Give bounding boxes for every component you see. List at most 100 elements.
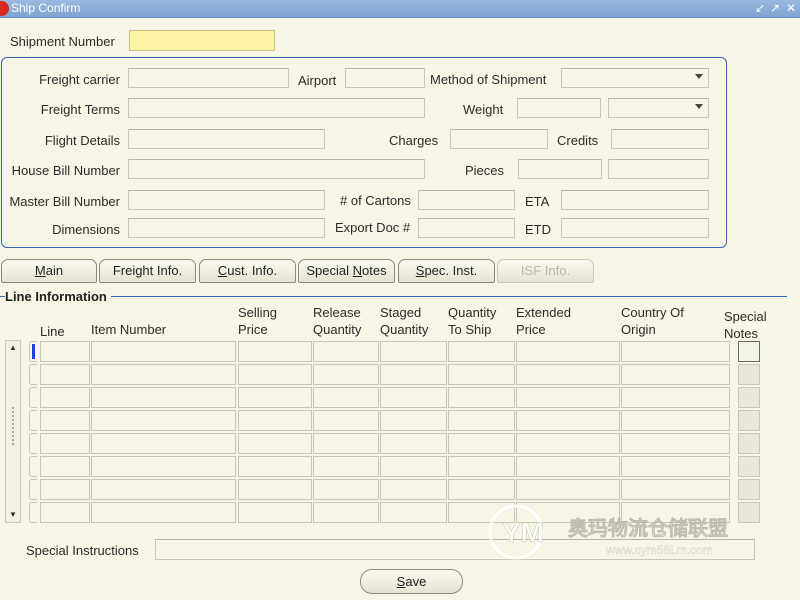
export-doc-field[interactable] (418, 218, 515, 238)
pieces-field[interactable] (518, 159, 602, 179)
tab-main[interactable]: Main (1, 259, 97, 283)
cell-country-of-origin[interactable] (621, 341, 730, 362)
cell-item-number[interactable] (91, 387, 236, 408)
special-notes-button[interactable] (738, 479, 760, 500)
cell-item-number[interactable] (91, 479, 236, 500)
freight-carrier-field[interactable] (128, 68, 289, 88)
cell-release-quantity[interactable] (313, 502, 379, 523)
cell-staged-quantity[interactable] (380, 456, 447, 477)
cell-country-of-origin[interactable] (621, 387, 730, 408)
special-notes-button[interactable] (738, 341, 760, 362)
vertical-scrollbar[interactable]: ▲ ▼ (5, 340, 21, 523)
cell-staged-quantity[interactable] (380, 433, 447, 454)
cell-country-of-origin[interactable] (621, 433, 730, 454)
cell-staged-quantity[interactable] (380, 387, 447, 408)
method-of-shipment-select[interactable] (561, 68, 709, 88)
close-icon[interactable]: ✕ (786, 0, 796, 17)
cell-country-of-origin[interactable] (621, 364, 730, 385)
cell-item-number[interactable] (91, 410, 236, 431)
scroll-up-icon[interactable]: ▲ (7, 342, 19, 354)
pieces-uom-field[interactable] (608, 159, 709, 179)
cell-line[interactable] (40, 433, 90, 454)
cell-line[interactable] (40, 341, 90, 362)
cell-selling-price[interactable] (238, 410, 312, 431)
special-notes-button[interactable] (738, 410, 760, 431)
cell-quantity-to-ship[interactable] (448, 341, 515, 362)
cell-quantity-to-ship[interactable] (448, 433, 515, 454)
scroll-grip-icon[interactable] (11, 406, 15, 446)
cell-extended-price[interactable] (516, 341, 620, 362)
cell-selling-price[interactable] (238, 479, 312, 500)
cell-selling-price[interactable] (238, 456, 312, 477)
cell-extended-price[interactable] (516, 410, 620, 431)
eta-field[interactable] (561, 190, 709, 210)
cell-extended-price[interactable] (516, 364, 620, 385)
cartons-field[interactable] (418, 190, 515, 210)
credits-field[interactable] (611, 129, 709, 149)
cell-selling-price[interactable] (238, 364, 312, 385)
cell-quantity-to-ship[interactable] (448, 456, 515, 477)
cell-quantity-to-ship[interactable] (448, 364, 515, 385)
cell-line[interactable] (40, 456, 90, 477)
cell-item-number[interactable] (91, 456, 236, 477)
cell-line[interactable] (40, 387, 90, 408)
cell-country-of-origin[interactable] (621, 410, 730, 431)
weight-uom-select[interactable] (608, 98, 709, 118)
cell-selling-price[interactable] (238, 341, 312, 362)
cell-item-number[interactable] (91, 433, 236, 454)
special-notes-button[interactable] (738, 433, 760, 454)
shipment-number-field[interactable] (129, 30, 275, 51)
cell-release-quantity[interactable] (313, 479, 379, 500)
dimensions-field[interactable] (128, 218, 325, 238)
charges-field[interactable] (450, 129, 548, 149)
cell-staged-quantity[interactable] (380, 410, 447, 431)
cell-selling-price[interactable] (238, 502, 312, 523)
row-selector[interactable] (29, 433, 37, 454)
tab-cust-info[interactable]: Cust. Info. (199, 259, 296, 283)
cell-quantity-to-ship[interactable] (448, 387, 515, 408)
cell-release-quantity[interactable] (313, 364, 379, 385)
row-selector[interactable] (29, 479, 37, 500)
row-selector[interactable] (29, 387, 37, 408)
cell-line[interactable] (40, 479, 90, 500)
airport-field[interactable] (345, 68, 425, 88)
maximize-icon[interactable]: ↗ (770, 0, 780, 17)
cell-line[interactable] (40, 364, 90, 385)
cell-extended-price[interactable] (516, 456, 620, 477)
cell-selling-price[interactable] (238, 387, 312, 408)
cell-item-number[interactable] (91, 502, 236, 523)
cell-extended-price[interactable] (516, 433, 620, 454)
row-selector[interactable] (29, 341, 37, 362)
weight-field[interactable] (517, 98, 601, 118)
cell-release-quantity[interactable] (313, 433, 379, 454)
cell-staged-quantity[interactable] (380, 502, 447, 523)
special-notes-button[interactable] (738, 364, 760, 385)
tab-spec-inst[interactable]: Spec. Inst. (398, 259, 495, 283)
row-selector[interactable] (29, 456, 37, 477)
cell-line[interactable] (40, 502, 90, 523)
special-notes-button[interactable] (738, 456, 760, 477)
scroll-down-icon[interactable]: ▼ (7, 509, 19, 521)
cell-item-number[interactable] (91, 341, 236, 362)
cell-country-of-origin[interactable] (621, 456, 730, 477)
freight-terms-field[interactable] (128, 98, 425, 118)
cell-release-quantity[interactable] (313, 456, 379, 477)
etd-field[interactable] (561, 218, 709, 238)
master-bill-number-field[interactable] (128, 190, 325, 210)
tab-freight-info[interactable]: Freight Info. (99, 259, 196, 283)
cell-release-quantity[interactable] (313, 341, 379, 362)
cell-line[interactable] (40, 410, 90, 431)
cell-extended-price[interactable] (516, 479, 620, 500)
cell-extended-price[interactable] (516, 387, 620, 408)
special-notes-button[interactable] (738, 387, 760, 408)
save-button[interactable]: Save (360, 569, 463, 594)
row-selector[interactable] (29, 410, 37, 431)
cell-item-number[interactable] (91, 364, 236, 385)
row-selector[interactable] (29, 364, 37, 385)
cell-staged-quantity[interactable] (380, 341, 447, 362)
cell-staged-quantity[interactable] (380, 479, 447, 500)
cell-release-quantity[interactable] (313, 387, 379, 408)
tab-special-notes[interactable]: Special Notes (298, 259, 395, 283)
cell-selling-price[interactable] (238, 433, 312, 454)
flight-details-field[interactable] (128, 129, 325, 149)
